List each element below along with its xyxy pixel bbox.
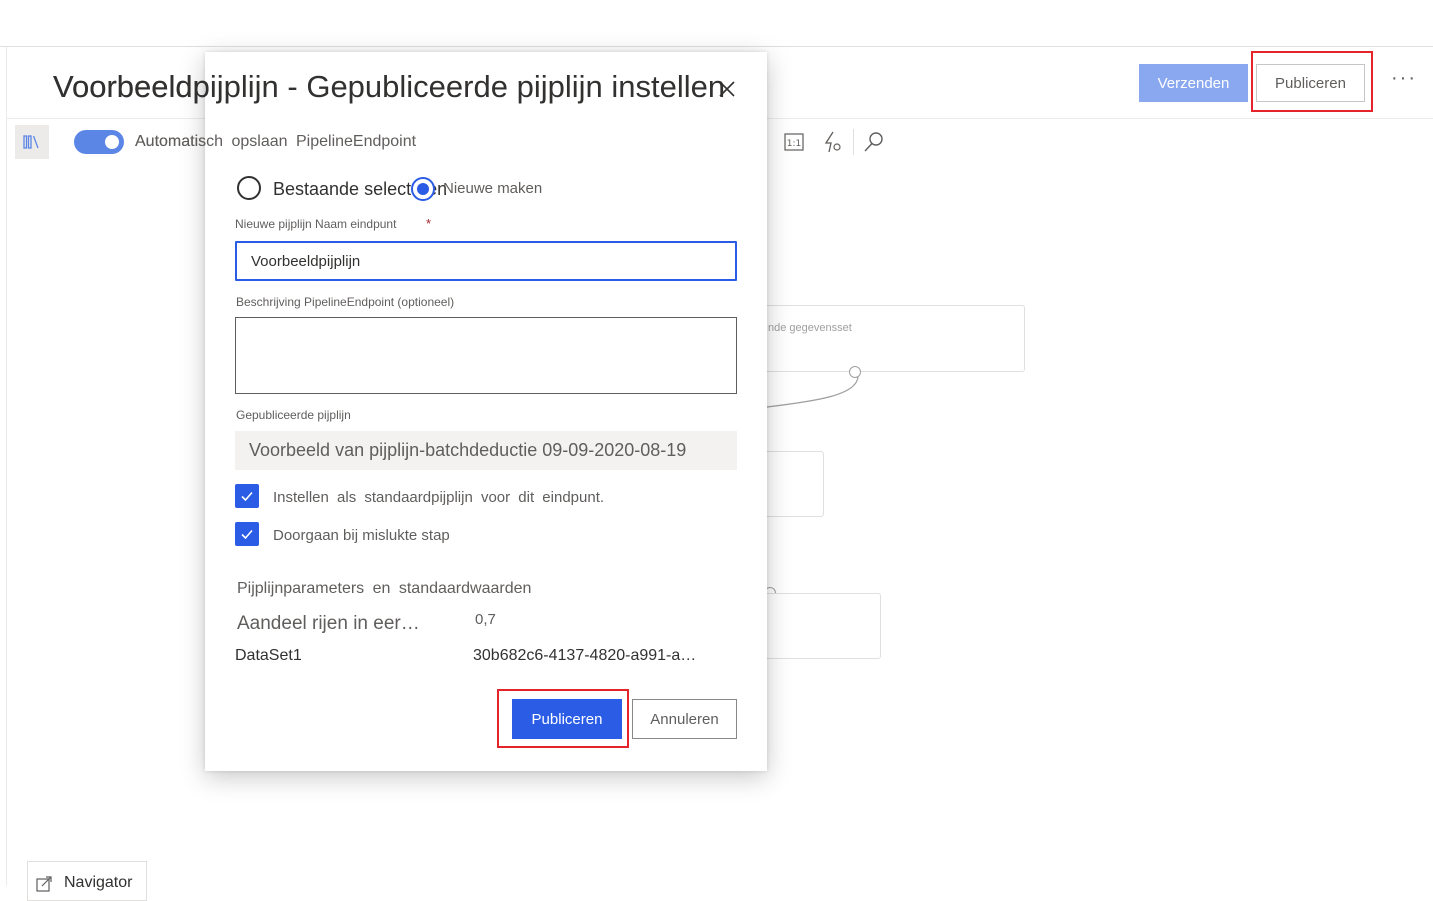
param-value-1: 30b682c6-4137-4820-a991-a… (473, 647, 697, 664)
param-name-1: DataSet1 (235, 647, 302, 664)
more-options-icon[interactable]: ··· (1391, 67, 1417, 90)
svg-text:1:1: 1:1 (787, 139, 801, 149)
default-pipeline-label: Instellen als standaardpijplijn voor dit… (273, 489, 605, 506)
description-textarea[interactable] (235, 317, 737, 394)
parameters-heading: Pijplijnparameters en standaardwaarden (237, 580, 532, 597)
navigator-panel[interactable]: Navigator (27, 861, 147, 901)
library-icon[interactable] (15, 125, 49, 159)
close-icon[interactable] (718, 80, 736, 98)
auto-layout-icon[interactable] (821, 131, 843, 153)
dialog-subtitle: Automatisch opslaan PipelineEndpoint (135, 133, 417, 150)
checkmark-icon (241, 491, 253, 502)
continue-on-failure-checkbox[interactable] (235, 522, 259, 546)
published-pipeline-label: Gepubliceerde pijplijn (236, 408, 351, 422)
publish-button[interactable]: Publiceren (1256, 64, 1365, 102)
param-name-0: Aandeel rijen in eer… (237, 613, 420, 634)
radio-new[interactable] (411, 177, 435, 201)
radio-existing[interactable] (237, 176, 261, 200)
actual-size-icon[interactable]: 1:1 (783, 131, 805, 153)
endpoint-name-input[interactable] (235, 241, 737, 281)
radio-new-label: Nieuwe maken (443, 180, 543, 197)
description-field-label: Beschrijving PipelineEndpoint (optioneel… (236, 295, 455, 309)
continue-on-failure-label: Doorgaan bij mislukte stap (273, 527, 450, 544)
checkmark-icon (241, 529, 253, 540)
dialog-publish-button[interactable]: Publiceren (512, 699, 622, 739)
name-field-label: Nieuwe pijplijn Naam eindpunt (235, 217, 397, 231)
navigator-icon (36, 876, 52, 892)
required-indicator: * (426, 216, 432, 231)
publish-pipeline-dialog: Voorbeeldpijplijn - Gepubliceerde pijpli… (53, 52, 767, 771)
dialog-title: Voorbeeldpijplijn - Gepubliceerde pijpli… (53, 69, 726, 104)
param-value-0: 0,7 (475, 611, 496, 628)
dialog-cancel-button[interactable]: Annuleren (632, 699, 737, 739)
autosave-toggle[interactable] (74, 130, 124, 154)
submit-button[interactable]: Verzenden (1139, 64, 1248, 102)
search-icon[interactable] (863, 131, 885, 153)
default-pipeline-checkbox[interactable] (235, 484, 259, 508)
node-label: nde gegevensset (768, 322, 852, 334)
navigator-label: Navigator (64, 874, 133, 891)
top-strip (0, 0, 1433, 47)
published-pipeline-value: Voorbeeld van pijplijn-batchdeductie 09-… (235, 431, 737, 470)
toolbar-separator (853, 129, 854, 155)
